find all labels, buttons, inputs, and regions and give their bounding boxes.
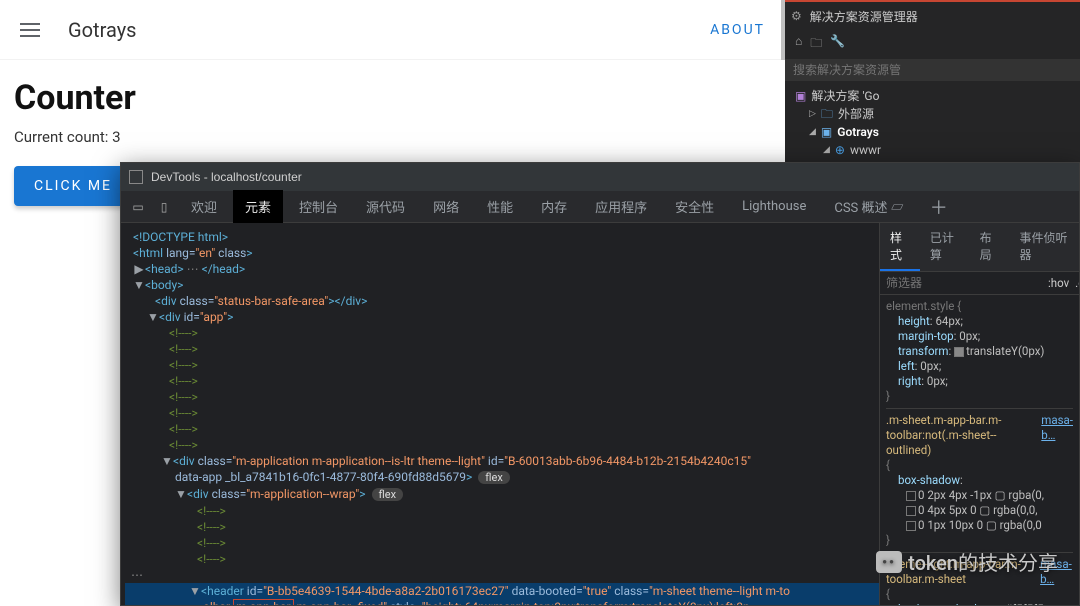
elements-tree[interactable]: <!DOCTYPE html> <html lang="en" class> ▶… — [121, 223, 879, 605]
flex-badge[interactable]: flex — [372, 488, 404, 501]
solution-tree[interactable]: ▣解决方案 'Go ▷🗀外部源 ◢▣Gotrays ◢⊕wwwr — [785, 81, 1080, 165]
counter-value-label: Current count: 3 — [14, 128, 771, 146]
tab-network[interactable]: 网络 — [421, 190, 471, 223]
app-topbar: Gotrays ABOUT — [0, 0, 785, 60]
chevron-right-icon[interactable]: ▷ — [809, 105, 816, 123]
tab-sources[interactable]: 源代码 — [354, 190, 417, 223]
tree-solution[interactable]: 解决方案 'Go — [811, 87, 879, 105]
wechat-icon — [876, 551, 902, 573]
refresh-icon[interactable]: 🗀 — [810, 34, 822, 55]
styles-tab-layout[interactable]: 布局 — [970, 223, 1010, 271]
styles-tabs: 样式 已计算 布局 事件侦听器 — [880, 223, 1079, 272]
cls-toggle[interactable]: .cls — [1075, 276, 1079, 290]
highlighted-class: m-app-bar — [233, 599, 294, 605]
click-me-button[interactable]: CLICK ME — [14, 166, 132, 206]
ide-header: ⚙ 解决方案资源管理器 — [785, 2, 1080, 30]
devtools-window: DevTools - localhost/counter ▭ ▯ 欢迎 元素 控… — [120, 162, 1080, 606]
flex-badge[interactable]: flex — [478, 471, 510, 484]
tab-memory[interactable]: 内存 — [529, 190, 579, 223]
styles-filter-input[interactable] — [886, 276, 1042, 290]
home-icon[interactable]: ⌂ — [795, 34, 802, 55]
chevron-down-icon[interactable]: ◢ — [823, 141, 830, 159]
breadcrumb-ellipsis[interactable]: ⋯ — [125, 567, 879, 583]
inspect-icon[interactable]: ▭ — [127, 196, 149, 218]
menu-icon[interactable] — [20, 23, 40, 37]
styles-tab-computed[interactable]: 已计算 — [920, 223, 970, 271]
ide-panel-title: 解决方案资源管理器 — [810, 8, 918, 25]
tree-wwwroot[interactable]: wwwr — [850, 141, 881, 159]
tab-css-overview[interactable]: CSS 概述 ▱ — [822, 190, 915, 223]
tab-welcome[interactable]: 欢迎 — [179, 190, 229, 223]
tab-console[interactable]: 控制台 — [287, 190, 350, 223]
devtools-titlebar[interactable]: DevTools - localhost/counter — [121, 163, 1079, 191]
page-title: Counter — [14, 78, 771, 118]
watermark: token的技术分享 — [876, 547, 1058, 576]
styles-tab-events[interactable]: 事件侦听器 — [1009, 223, 1079, 271]
hov-toggle[interactable]: :hov — [1048, 276, 1069, 290]
wrench-icon[interactable]: 🔧 — [830, 34, 845, 55]
gear-icon[interactable]: ⚙ — [791, 9, 802, 23]
styles-tab-styles[interactable]: 样式 — [880, 223, 920, 271]
devtools-app-icon — [129, 170, 143, 184]
source-link[interactable]: masa-b… — [1041, 413, 1073, 458]
devtools-title: DevTools - localhost/counter — [151, 170, 302, 184]
tab-add-icon[interactable]: ＋ — [930, 194, 948, 220]
tab-elements[interactable]: 元素 — [233, 190, 283, 223]
ide-search-row — [785, 59, 1080, 81]
ide-search-input[interactable] — [793, 63, 1072, 77]
device-icon[interactable]: ▯ — [153, 196, 175, 218]
app-brand: Gotrays — [68, 18, 136, 42]
tab-security[interactable]: 安全性 — [663, 190, 726, 223]
tree-external[interactable]: 外部源 — [838, 105, 874, 123]
tab-performance[interactable]: 性能 — [475, 190, 525, 223]
tab-lighthouse[interactable]: Lighthouse — [730, 192, 818, 221]
nav-about-link[interactable]: ABOUT — [710, 22, 765, 38]
ide-toolbar: ⌂ 🗀 🔧 — [785, 30, 1080, 59]
globe-icon: ⊕ — [835, 141, 845, 159]
devtools-tabs: ▭ ▯ 欢迎 元素 控制台 源代码 网络 性能 内存 应用程序 安全性 Ligh… — [121, 191, 1079, 223]
tab-application[interactable]: 应用程序 — [583, 190, 659, 223]
chevron-down-icon[interactable]: ◢ — [809, 123, 816, 141]
tree-project[interactable]: Gotrays — [837, 123, 879, 141]
